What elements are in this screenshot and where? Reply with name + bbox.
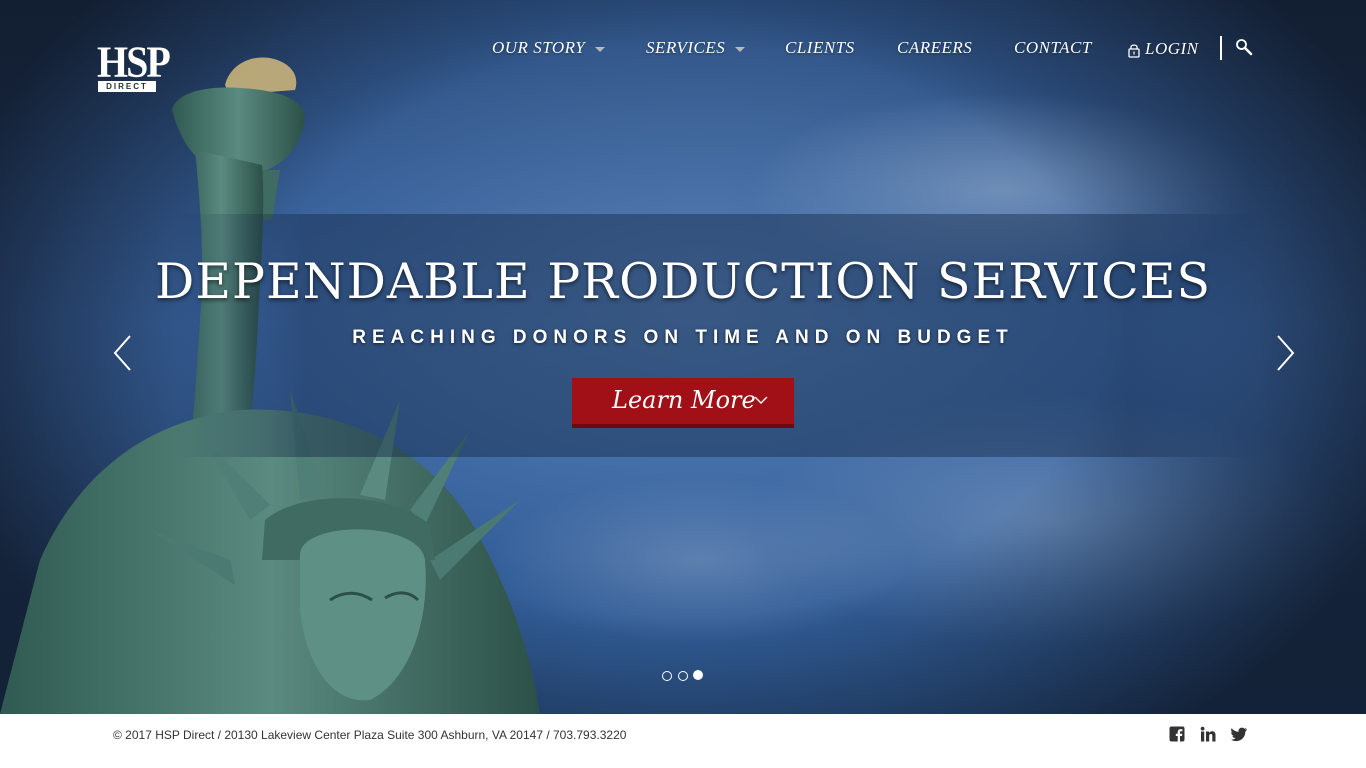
twitter-icon[interactable]	[1231, 726, 1247, 742]
logo-direct-text: DIRECT	[98, 81, 156, 92]
nav-item-label: CAREERS	[897, 38, 973, 57]
nav-item-label: SERVICES	[646, 38, 726, 57]
caret-down-icon	[595, 46, 606, 52]
hsp-direct-logo[interactable]: HSP DIRECT	[97, 36, 171, 96]
footer-copyright: © 2017 HSP Direct / 20130 Lakeview Cente…	[113, 728, 627, 742]
nav-item-label: CLIENTS	[785, 38, 855, 57]
nav-item-contact[interactable]: CONTACT	[1014, 36, 1092, 60]
chevron-down-icon	[754, 396, 768, 404]
nav-item-our-story[interactable]: OUR STORY	[492, 36, 606, 60]
hero-carousel: HSP DIRECT OUR STORY SERVICES CLIENTS CA…	[0, 0, 1366, 714]
carousel-dot-3[interactable]	[693, 670, 703, 680]
learn-more-button[interactable]: Learn More	[572, 378, 794, 428]
nav-item-services[interactable]: SERVICES	[646, 36, 746, 60]
carousel-prev-arrow[interactable]	[112, 334, 136, 372]
nav-item-careers[interactable]: CAREERS	[897, 36, 972, 60]
carousel-next-arrow[interactable]	[1272, 334, 1296, 372]
search-icon[interactable]	[1235, 38, 1253, 56]
learn-more-label: Learn More	[612, 386, 756, 414]
nav-divider	[1220, 36, 1222, 60]
nav-item-clients[interactable]: CLIENTS	[785, 36, 855, 60]
login-link[interactable]: LOGIN	[1128, 37, 1199, 61]
carousel-dot-1[interactable]	[662, 671, 672, 681]
nav-item-label: CONTACT	[1014, 38, 1092, 57]
logo-hsp-text: HSP	[97, 36, 171, 87]
lock-icon	[1128, 44, 1140, 58]
hero-subheadline: REACHING DONORS ON TIME AND ON BUDGET	[352, 327, 1014, 348]
carousel-dot-2[interactable]	[678, 671, 688, 681]
nav-item-label: OUR STORY	[492, 38, 586, 57]
hero-headline: DEPENDABLE PRODUCTION SERVICES	[154, 253, 1212, 310]
caret-down-icon	[735, 46, 746, 52]
linkedin-icon[interactable]	[1200, 726, 1216, 742]
login-label: LOGIN	[1145, 39, 1199, 58]
facebook-icon[interactable]	[1169, 726, 1185, 742]
footer: © 2017 HSP Direct / 20130 Lakeview Cente…	[0, 714, 1366, 768]
